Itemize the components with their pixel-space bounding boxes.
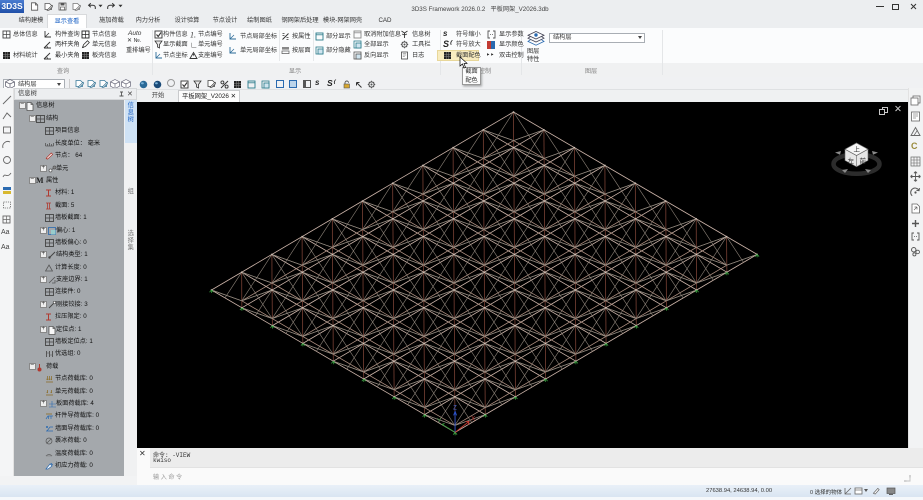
svg-text:上: 上 [854,145,861,154]
svg-text:1.: 1. [190,30,196,39]
svg-text:Z: Z [453,405,457,411]
svg-text:∟: ∟ [190,41,198,50]
svg-text:左: 左 [848,156,855,165]
svg-text:Y: Y [437,418,441,424]
svg-text:X: X [471,416,475,422]
svg-text:前: 前 [860,156,867,165]
